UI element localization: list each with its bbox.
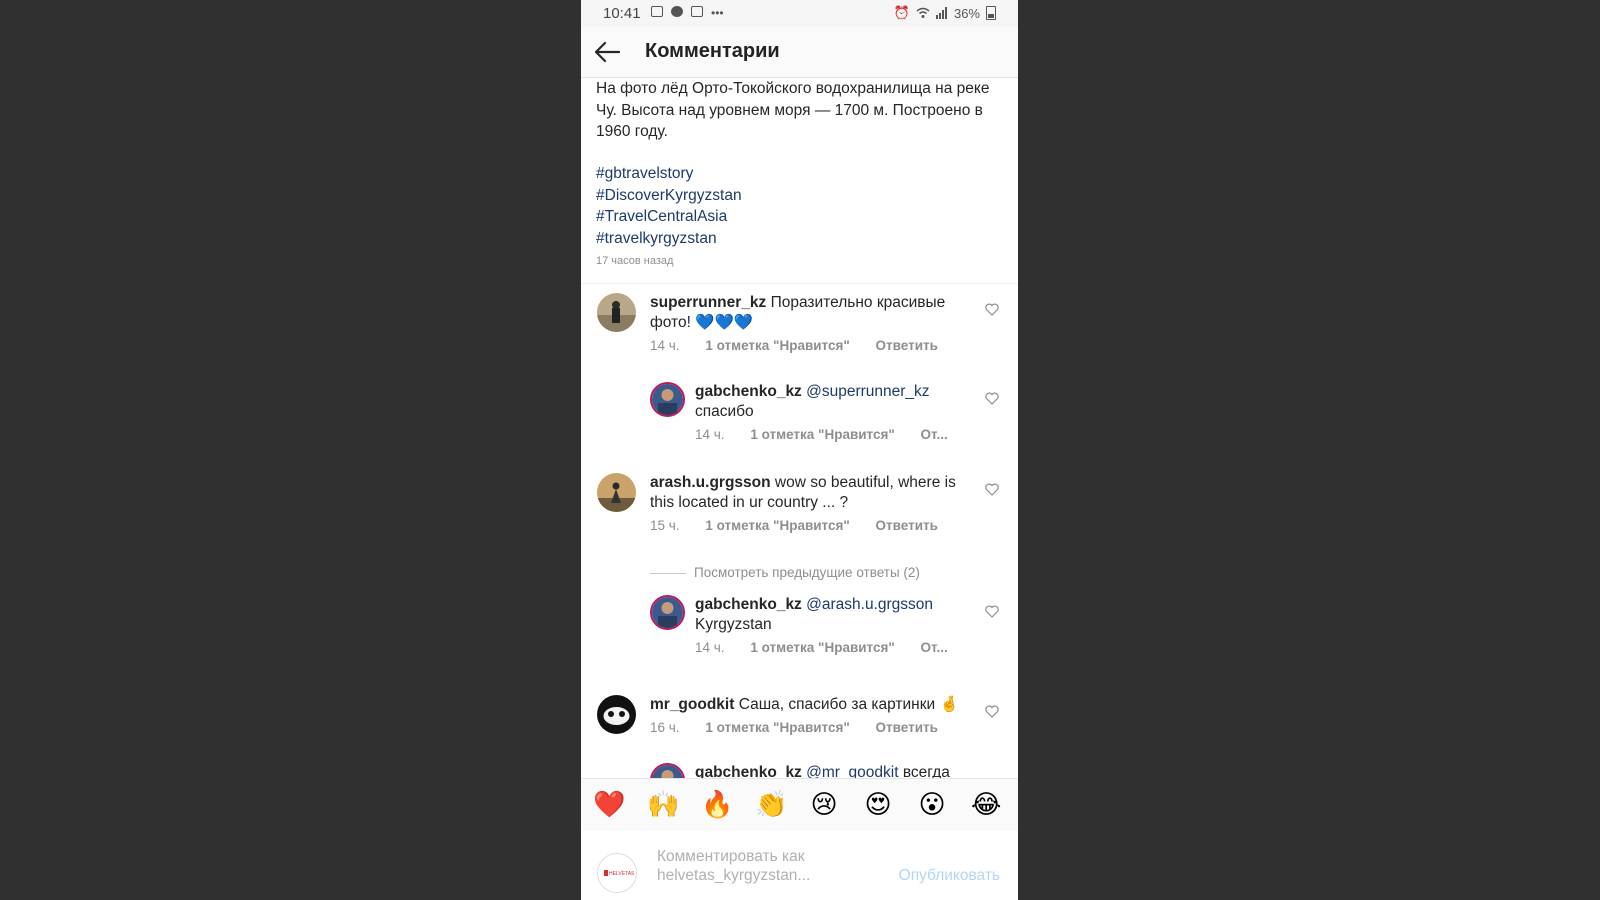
page-title: Комментарии: [645, 40, 780, 62]
phone-screen: 10:41 ••• ⏰ 36% Комментарии На фото лёд …: [581, 0, 1018, 900]
more-dots-icon: •••: [711, 6, 724, 20]
comment-body: Саша, спасибо за картинки 🤞: [738, 696, 959, 713]
emoji-raised-hands-button[interactable]: 🙌: [647, 789, 679, 819]
comment-meta: 14 ч. 1 отметка "Нравится" От...: [695, 427, 970, 442]
emoji-laughing-button[interactable]: 😂: [971, 789, 1001, 819]
comment-likes[interactable]: 1 отметка "Нравится": [705, 338, 849, 353]
mention-link[interactable]: @arash.u.grgsson: [806, 596, 933, 613]
comment-text: arash.u.grgsson wow so beautiful, where …: [650, 473, 970, 512]
hashtag-link[interactable]: #gbtravelstory: [596, 163, 742, 185]
app-header: Комментарии: [581, 27, 1018, 78]
publish-button[interactable]: Опубликовать: [899, 867, 1000, 885]
divider: [581, 283, 1018, 284]
comment-body: спасибо: [695, 402, 754, 420]
post-hashtags: #gbtravelstory #DiscoverKyrgyzstan #Trav…: [596, 163, 742, 249]
comment-text: gabchenko_kz @superrunner_kz спасибо: [695, 382, 965, 421]
status-time: 10:41: [603, 5, 641, 22]
reply-item: gabchenko_kz @mr_goodkit всегда: [581, 763, 1018, 778]
current-user-avatar: HELVETAS: [597, 853, 637, 893]
avatar[interactable]: [650, 382, 685, 417]
comment-time: 14 ч.: [695, 427, 725, 442]
comment-likes[interactable]: 1 отметка "Нравится": [750, 640, 894, 655]
avatar[interactable]: [597, 473, 636, 512]
comment-time: 14 ч.: [650, 338, 680, 353]
reply-button[interactable]: Ответить: [876, 518, 938, 533]
emoji-fire-button[interactable]: 🔥: [701, 789, 733, 819]
like-heart-icon[interactable]: [985, 705, 999, 718]
like-heart-icon[interactable]: [985, 605, 999, 618]
reply-button[interactable]: От...: [921, 640, 948, 655]
comment-input[interactable]: Комментировать как helvetas_kyrgyzstan..…: [657, 847, 857, 885]
battery-percent: 36%: [953, 5, 980, 21]
emoji-heart-button[interactable]: ❤️: [593, 789, 625, 819]
comment-text: mr_goodkit Саша, спасибо за картинки 🤞: [650, 695, 970, 715]
avatar[interactable]: [650, 595, 685, 630]
hashtag-link[interactable]: #DiscoverKyrgyzstan: [596, 185, 742, 207]
avatar-logo-text: HELVETAS: [609, 871, 635, 877]
system-icons: ⏰ 36%: [894, 5, 996, 21]
emoji-heart-eyes-button[interactable]: 😍: [863, 789, 893, 819]
like-heart-icon[interactable]: [985, 392, 999, 405]
comment-username[interactable]: gabchenko_kz: [695, 383, 802, 400]
emoji-crying-button[interactable]: 😢: [809, 789, 839, 819]
alarm-icon: ⏰: [893, 5, 910, 20]
like-heart-icon[interactable]: [985, 483, 999, 496]
reply-button[interactable]: Ответить: [876, 338, 938, 353]
comment-likes[interactable]: 1 отметка "Нравится": [750, 427, 894, 442]
comment-username[interactable]: gabchenko_kz: [695, 596, 802, 613]
back-arrow-icon[interactable]: [593, 40, 621, 64]
comment-time: 14 ч.: [695, 640, 725, 655]
comment-text: gabchenko_kz @arash.u.grgsson Kyrgyzstan: [695, 595, 965, 634]
comment-meta: 16 ч. 1 отметка "Нравится" Ответить: [650, 720, 960, 735]
reply-button[interactable]: От...: [921, 427, 948, 442]
reply-item: gabchenko_kz @arash.u.grgsson Kyrgyzstan…: [581, 595, 1018, 675]
comment-item: mr_goodkit Саша, спасибо за картинки 🤞 1…: [581, 695, 1018, 755]
emoji-surprised-button[interactable]: 😮: [917, 789, 947, 819]
comment-username[interactable]: gabchenko_kz: [695, 764, 802, 778]
emoji-quick-bar: ❤️ 🙌 🔥 👏 😢 😍 😮 😂: [581, 778, 1018, 832]
comment-meta: 14 ч. 1 отметка "Нравится" От...: [695, 640, 970, 655]
comment-username[interactable]: arash.u.grgsson: [650, 474, 771, 491]
battery-icon: [986, 6, 996, 20]
comment-text: gabchenko_kz @mr_goodkit всегда: [695, 763, 995, 778]
comment-body: Kyrgyzstan: [695, 615, 772, 633]
hashtag-link[interactable]: #travelkyrgyzstan: [596, 228, 742, 250]
mention-link[interactable]: @superrunner_kz: [806, 383, 929, 400]
comment-username[interactable]: mr_goodkit: [650, 696, 734, 713]
comment-item: arash.u.grgsson wow so beautiful, where …: [581, 473, 1018, 553]
hashtag-link[interactable]: #TravelCentralAsia: [596, 206, 742, 228]
emoji-clap-button[interactable]: 👏: [755, 789, 787, 819]
comment-time: 16 ч.: [650, 720, 680, 735]
comment-meta: 15 ч. 1 отметка "Нравится" Ответить: [650, 518, 960, 533]
view-previous-replies[interactable]: Посмотреть предыдущие ответы (2): [650, 565, 920, 580]
comment-text: superrunner_kz Поразительно красивые фот…: [650, 293, 970, 332]
comment-body: всегда: [902, 764, 950, 778]
post-caption: На фото лёд Орто-Токойского водохранилищ…: [596, 80, 990, 140]
comment-likes[interactable]: 1 отметка "Нравится": [705, 518, 849, 533]
avatar[interactable]: [597, 695, 636, 734]
like-heart-icon[interactable]: [985, 303, 999, 316]
notification-icons: •••: [651, 6, 724, 20]
gallery-icon: [651, 6, 663, 17]
comment-username[interactable]: superrunner_kz: [650, 294, 766, 311]
reply-item: gabchenko_kz @superrunner_kz спасибо 14 …: [581, 382, 1018, 462]
reply-button[interactable]: Ответить: [876, 720, 938, 735]
wifi-icon: [916, 7, 930, 18]
post-timestamp: 17 часов назад: [596, 255, 674, 267]
weather-icon: [691, 6, 703, 17]
comment-item: superrunner_kz Поразительно красивые фот…: [581, 293, 1018, 373]
avatar[interactable]: [597, 293, 636, 332]
signal-icon: [935, 7, 947, 19]
divider-line: [650, 572, 686, 574]
comment-likes[interactable]: 1 отметка "Нравится": [705, 720, 849, 735]
comment-meta: 14 ч. 1 отметка "Нравится" Ответить: [650, 338, 960, 353]
comment-time: 15 ч.: [650, 518, 680, 533]
facebook-icon: [671, 6, 683, 17]
view-previous-label[interactable]: Посмотреть предыдущие ответы (2): [694, 565, 920, 580]
comments-list: На фото лёд Орто-Токойского водохранилищ…: [581, 78, 1018, 778]
avatar[interactable]: [650, 763, 685, 778]
mention-link[interactable]: @mr_goodkit: [806, 764, 898, 778]
comment-composer: HELVETAS Комментировать как helvetas_kyr…: [581, 831, 1018, 900]
status-bar: 10:41 ••• ⏰ 36%: [581, 0, 1018, 27]
